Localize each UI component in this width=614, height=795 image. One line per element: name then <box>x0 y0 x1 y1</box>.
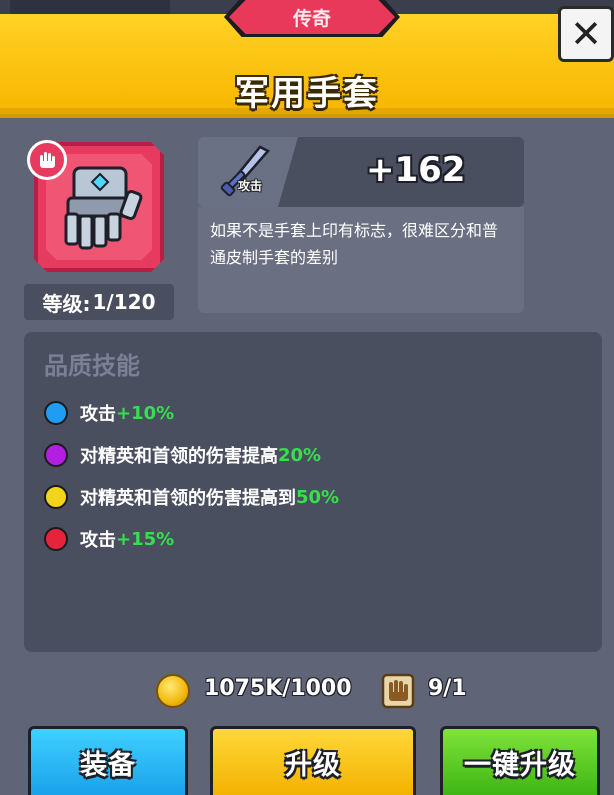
skill-bonus: 20% <box>278 444 322 466</box>
upgrade-button[interactable]: 升级 <box>210 726 416 795</box>
skill-dot-blue <box>44 401 68 425</box>
slot-badge <box>27 140 67 180</box>
skill-row: 对精英和首领的伤害提高到 50% <box>44 482 339 512</box>
skill-bonus: +10% <box>116 402 175 424</box>
stat-value: +162 <box>366 150 466 190</box>
glove-scroll-icon <box>381 673 415 709</box>
skill-dot-red <box>44 527 68 551</box>
gold-coin-icon <box>156 674 190 708</box>
gold-cost: 1075K/1000 <box>204 676 352 701</box>
skill-text: 对精英和首领的伤害提高到 <box>80 488 296 509</box>
item-title: 军用手套 <box>235 74 379 114</box>
level-label: 等级: <box>42 291 91 316</box>
skill-text: 攻击 <box>80 530 116 551</box>
skill-dot-yellow <box>44 485 68 509</box>
rarity-badge: 传奇 <box>229 0 395 34</box>
close-button[interactable]: ✕ <box>558 6 614 62</box>
skill-bonus: +15% <box>116 528 175 550</box>
level-display: 等级: 1/120 <box>24 284 174 320</box>
skill-row: 对精英和首领的伤害提高 20% <box>44 440 321 470</box>
scroll-cost: 9/1 <box>428 676 467 701</box>
skill-text: 对精英和首领的伤害提高 <box>80 446 278 467</box>
upgrade-costs: 1075K/1000 9/1 <box>0 672 614 712</box>
hand-slot-icon <box>40 152 55 168</box>
skill-dot-purple <box>44 443 68 467</box>
skill-text: 攻击 <box>80 404 116 425</box>
item-description: 如果不是手套上印有标志，很难区分和普通皮制手套的差别 <box>198 207 524 313</box>
skill-bonus: 50% <box>296 486 340 508</box>
equip-button[interactable]: 装备 <box>28 726 188 795</box>
close-icon: ✕ <box>570 12 602 56</box>
one-click-upgrade-button[interactable]: 一键升级 <box>440 726 600 795</box>
stat-panel <box>198 137 524 207</box>
skill-row: 攻击 +10% <box>44 398 174 428</box>
quality-skills-panel: 品质技能 攻击 +10% 对精英和首领的伤害提高 20% 对精英和首领的伤害提高… <box>24 332 602 652</box>
skills-title: 品质技能 <box>44 352 140 380</box>
level-value: 1/120 <box>92 290 156 314</box>
stat-label: 攻击 <box>238 179 263 193</box>
skill-row: 攻击 +15% <box>44 524 174 554</box>
